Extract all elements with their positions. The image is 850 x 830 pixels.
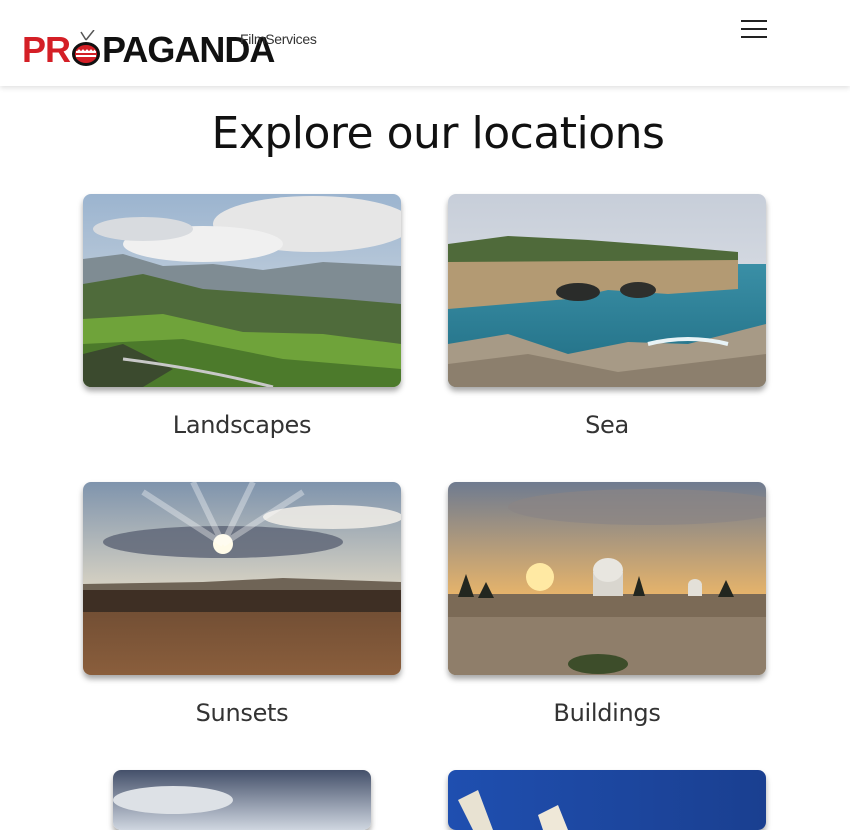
brand-suffix: Services [265, 31, 317, 47]
tv-icon [70, 29, 102, 78]
propaganda-logo[interactable]: PR PAGANDA [22, 22, 275, 70]
hamburger-menu-button[interactable] [737, 16, 771, 44]
card-label-sea[interactable]: Sea [448, 411, 766, 439]
brand-prefix: Film [240, 31, 266, 47]
site-header: PR PAGANDA FilmServices [0, 0, 850, 86]
logo-wordmark: PR PAGANDA [22, 29, 275, 78]
hamburger-icon-line-bottom [741, 36, 767, 38]
location-image-5[interactable] [113, 770, 371, 830]
buildings-image[interactable] [448, 482, 766, 675]
card-label-sunsets[interactable]: Sunsets [83, 699, 401, 727]
card-label-buildings[interactable]: Buildings [448, 699, 766, 727]
sea-image[interactable] [448, 194, 766, 387]
logo-text-pr: PR [22, 29, 71, 70]
page-title: Explore our locations [211, 108, 665, 159]
card-label-landscapes[interactable]: Landscapes [83, 411, 401, 439]
hamburger-icon-line-top [741, 20, 767, 22]
location-image-6[interactable] [448, 770, 766, 830]
hamburger-icon-line-middle [741, 28, 767, 30]
landscapes-image[interactable] [83, 194, 401, 387]
brand-subtitle: FilmServices [240, 31, 317, 47]
sunsets-image[interactable] [83, 482, 401, 675]
